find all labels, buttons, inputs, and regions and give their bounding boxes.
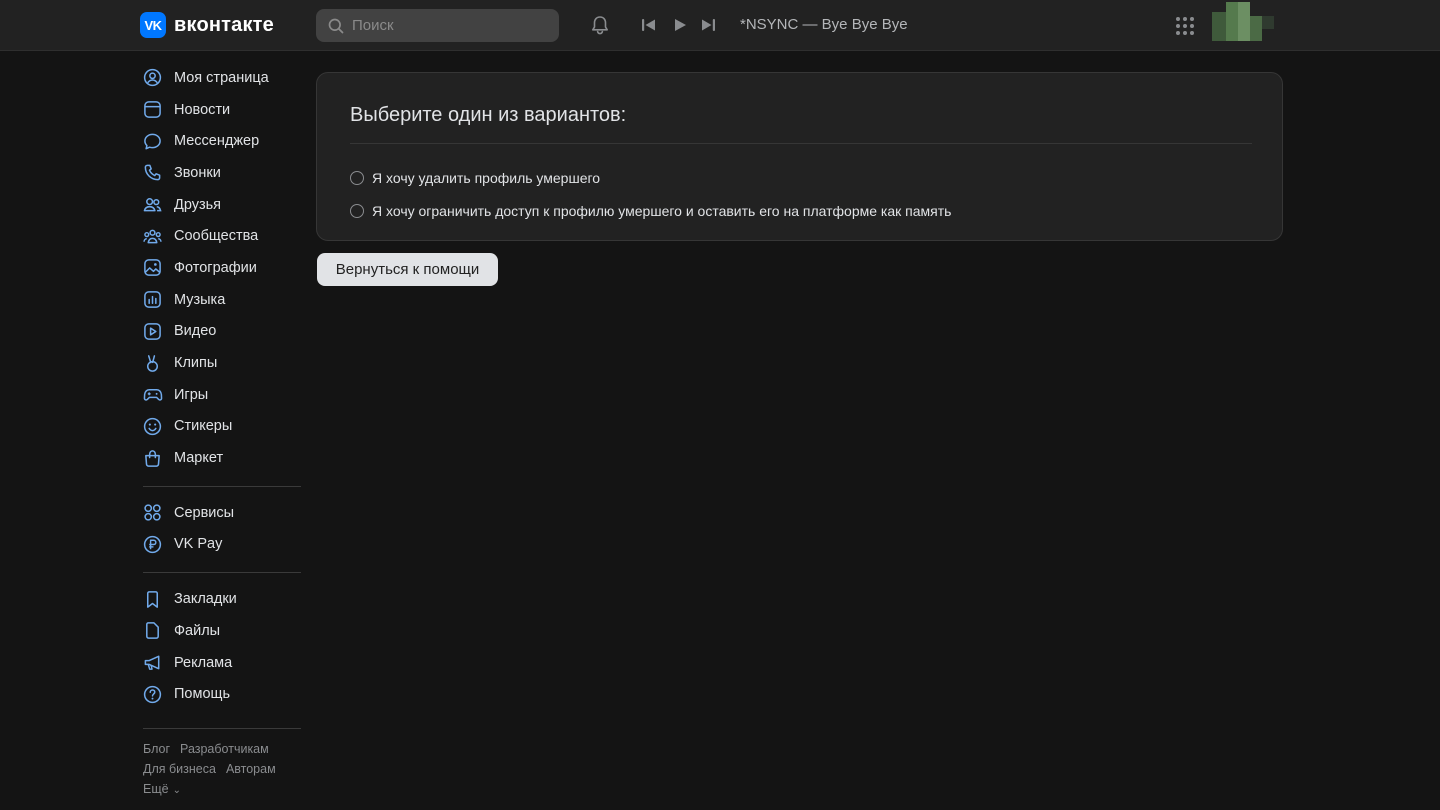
left-sidebar: Моя страница Новости Мессенджер Звонки Д… <box>140 62 302 801</box>
sidebar-item-music[interactable]: Музыка <box>140 284 302 316</box>
card-title: Выберите один из вариантов: <box>350 104 627 126</box>
sidebar-item-label: Видео <box>174 323 217 340</box>
sidebar-item-label: Новости <box>174 101 231 118</box>
phone-icon <box>140 163 166 183</box>
sidebar-item-label: Звонки <box>174 164 221 181</box>
sidebar-item-vk-pay[interactable]: VK Pay <box>140 529 302 561</box>
sidebar-item-label: Сервисы <box>174 504 235 521</box>
sidebar-item-calls[interactable]: Звонки <box>140 157 302 189</box>
footer-link-developers[interactable]: Разработчикам <box>180 742 269 756</box>
sidebar-item-bookmarks[interactable]: Закладки <box>140 583 302 615</box>
ruble-icon <box>140 534 166 554</box>
sidebar-item-video[interactable]: Видео <box>140 316 302 348</box>
sidebar-item-label: Моя страница <box>174 69 269 86</box>
sidebar-item-label: Стикеры <box>174 418 233 435</box>
option-label: Я хочу удалить профиль умершего <box>372 170 601 186</box>
news-icon <box>140 100 166 120</box>
footer-link-authors[interactable]: Авторам <box>226 762 276 776</box>
sidebar-item-help[interactable]: Помощь <box>140 678 302 710</box>
gamepad-icon <box>140 385 166 405</box>
card-divider <box>350 143 1252 144</box>
sidebar-item-market[interactable]: Маркет <box>140 442 302 474</box>
bag-icon <box>140 448 166 468</box>
megaphone-icon <box>140 653 166 673</box>
sidebar-divider <box>143 728 301 730</box>
vk-logo-mark: VK <box>140 12 166 38</box>
notifications-bell-icon[interactable] <box>588 13 612 37</box>
footer-link-blog[interactable]: Блог <box>143 742 170 756</box>
help-icon <box>140 684 166 704</box>
sidebar-item-label: Закладки <box>174 591 237 608</box>
chevron-down-icon[interactable]: ⌄ <box>173 785 181 796</box>
sidebar-item-label: Клипы <box>174 355 218 372</box>
user-circle-icon <box>140 68 166 88</box>
sidebar-item-news[interactable]: Новости <box>140 94 302 126</box>
sidebar-item-my-page[interactable]: Моя страница <box>140 62 302 94</box>
option-delete-profile[interactable]: Я хочу удалить профиль умершего <box>350 170 600 186</box>
previous-track-icon[interactable] <box>640 17 656 33</box>
user-avatar[interactable] <box>1212 2 1274 41</box>
file-icon <box>140 621 166 641</box>
next-track-icon[interactable] <box>700 17 716 33</box>
vk-logo[interactable]: VK вконтакте <box>140 12 274 38</box>
sidebar-item-photos[interactable]: Фотографии <box>140 252 302 284</box>
radio-button[interactable] <box>350 171 364 185</box>
sidebar-divider <box>143 572 301 574</box>
options-card: Выберите один из вариантов: Я хочу удали… <box>316 72 1283 241</box>
sidebar-item-label: Маркет <box>174 450 224 467</box>
search-box[interactable] <box>316 9 559 42</box>
footer-link-business[interactable]: Для бизнеса <box>143 762 216 776</box>
sidebar-item-services[interactable]: Сервисы <box>140 497 302 529</box>
video-icon <box>140 321 166 341</box>
sidebar-item-stickers[interactable]: Стикеры <box>140 411 302 443</box>
sidebar-item-games[interactable]: Игры <box>140 379 302 411</box>
sidebar-item-label: Фотографии <box>174 259 257 276</box>
sidebar-item-label: Друзья <box>174 196 222 213</box>
sidebar-item-label: Сообщества <box>174 228 259 245</box>
music-icon <box>140 290 166 310</box>
option-label: Я хочу ограничить доступ к профилю умерш… <box>372 203 952 219</box>
sidebar-item-clips[interactable]: Клипы <box>140 347 302 379</box>
sidebar-divider <box>143 485 301 487</box>
sidebar-footer-links: Блог Разработчикам Для бизнеса Авторам Ещё… <box>140 739 302 801</box>
sidebar-item-label: Помощь <box>174 686 231 703</box>
radio-button[interactable] <box>350 204 364 218</box>
sidebar-item-label: Игры <box>174 386 209 403</box>
bookmark-icon <box>140 589 166 609</box>
sidebar-item-label: Файлы <box>174 622 221 639</box>
sidebar-item-ads[interactable]: Реклама <box>140 647 302 679</box>
sidebar-item-messenger[interactable]: Мессенджер <box>140 125 302 157</box>
search-icon <box>328 18 344 33</box>
sidebar-item-friends[interactable]: Друзья <box>140 189 302 221</box>
smile-icon <box>140 416 166 436</box>
sidebar-item-label: Реклама <box>174 654 233 671</box>
clips-icon <box>140 353 166 373</box>
sidebar-item-files[interactable]: Файлы <box>140 615 302 647</box>
sidebar-item-label: Музыка <box>174 291 226 308</box>
apps-grid-icon[interactable] <box>1174 15 1196 37</box>
vk-logo-text: вконтакте <box>174 13 274 36</box>
footer-link-more[interactable]: Ещё <box>143 782 169 796</box>
friends-icon <box>140 195 166 215</box>
sidebar-item-label: VK Pay <box>174 536 223 553</box>
photo-icon <box>140 258 166 278</box>
play-icon[interactable] <box>672 17 688 33</box>
message-icon <box>140 131 166 151</box>
top-header: VK вконтакте *NSYNC — Bye Bye Bye <box>0 0 1440 51</box>
now-playing-track[interactable]: *NSYNC — Bye Bye Bye <box>740 16 908 33</box>
sidebar-item-label: Мессенджер <box>174 133 260 150</box>
back-to-help-button[interactable]: Вернуться к помощи <box>317 253 498 286</box>
communities-icon <box>140 226 166 246</box>
services-icon <box>140 503 166 523</box>
search-input[interactable] <box>352 17 542 34</box>
sidebar-item-communities[interactable]: Сообщества <box>140 220 302 252</box>
option-memorialize-profile[interactable]: Я хочу ограничить доступ к профилю умерш… <box>350 203 951 219</box>
